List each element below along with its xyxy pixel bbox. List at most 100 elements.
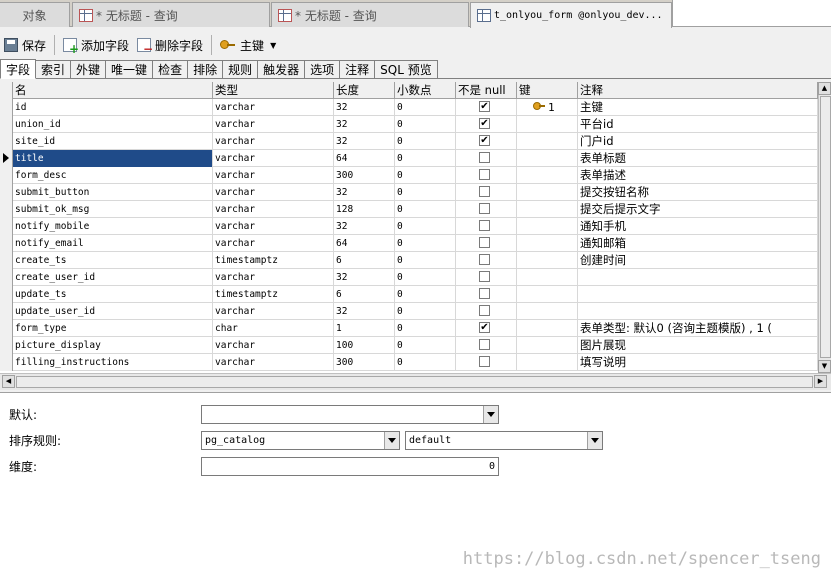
not-null-checkbox[interactable] [479, 203, 490, 214]
cell-length[interactable]: 300 [334, 354, 395, 371]
table-row[interactable]: filling_instructions varchar 300 0 填写说明 [0, 354, 818, 371]
cell-comment[interactable]: 表单描述 [578, 167, 818, 184]
cell-decimals[interactable]: 0 [395, 286, 456, 303]
cell-type[interactable]: timestamptz [213, 286, 334, 303]
dropdown-arrow-icon[interactable] [483, 406, 498, 423]
cell-type[interactable]: varchar [213, 303, 334, 320]
not-null-checkbox[interactable] [479, 237, 490, 248]
subtab-1[interactable]: 索引 [35, 60, 72, 78]
cell-type[interactable]: varchar [213, 184, 334, 201]
cell-type[interactable]: varchar [213, 116, 334, 133]
cell-decimals[interactable]: 0 [395, 99, 456, 116]
table-row[interactable]: id varchar 32 0 ✔ 1 主键 [0, 99, 818, 116]
cell-name[interactable]: union_id [13, 116, 213, 133]
subtab-3[interactable]: 唯一键 [105, 60, 154, 78]
delete-field-button[interactable]: 删除字段 [133, 34, 207, 56]
not-null-checkbox[interactable]: ✔ [479, 118, 490, 129]
cell-key[interactable] [517, 286, 578, 303]
table-row[interactable]: notify_mobile varchar 32 0 通知手机 [0, 218, 818, 235]
cell-length[interactable]: 32 [334, 269, 395, 286]
cell-name[interactable]: update_ts [13, 286, 213, 303]
subtab-2[interactable]: 外键 [70, 60, 107, 78]
cell-comment[interactable] [578, 269, 818, 286]
table-row[interactable]: title varchar 64 0 表单标题 [0, 150, 818, 167]
cell-type[interactable]: varchar [213, 269, 334, 286]
subtab-10[interactable]: SQL 预览 [374, 60, 438, 78]
table-row[interactable]: site_id varchar 32 0 ✔ 门户id [0, 133, 818, 150]
primary-key-button[interactable]: 主键 ▼ [216, 34, 280, 56]
table-row[interactable]: create_ts timestamptz 6 0 创建时间 [0, 252, 818, 269]
default-combo[interactable] [201, 405, 499, 424]
scroll-down-arrow-icon[interactable]: ▼ [818, 360, 831, 373]
cell-comment[interactable] [578, 303, 818, 320]
cell-decimals[interactable]: 0 [395, 167, 456, 184]
tab-query-1[interactable]: * 无标题 - 查询 [72, 2, 270, 27]
cell-length[interactable]: 32 [334, 218, 395, 235]
cell-decimals[interactable]: 0 [395, 303, 456, 320]
cell-decimals[interactable]: 0 [395, 116, 456, 133]
cell-decimals[interactable]: 0 [395, 337, 456, 354]
subtab-5[interactable]: 排除 [187, 60, 224, 78]
cell-type[interactable]: timestamptz [213, 252, 334, 269]
cell-name[interactable]: notify_mobile [13, 218, 213, 235]
subtab-9[interactable]: 注释 [339, 60, 376, 78]
horizontal-scroll-thumb[interactable] [16, 376, 813, 388]
dimension-input[interactable]: 0 [201, 457, 499, 476]
horizontal-scrollbar[interactable]: ◀ ▶ [0, 373, 831, 390]
subtab-6[interactable]: 规则 [222, 60, 259, 78]
row-header[interactable] [0, 116, 13, 133]
cell-length[interactable]: 300 [334, 167, 395, 184]
row-header[interactable] [0, 99, 13, 116]
cell-type[interactable]: varchar [213, 235, 334, 252]
cell-key[interactable] [517, 320, 578, 337]
not-null-checkbox[interactable] [479, 305, 490, 316]
collation-select[interactable]: default [405, 431, 603, 450]
not-null-checkbox[interactable] [479, 288, 490, 299]
cell-key[interactable] [517, 218, 578, 235]
cell-comment[interactable]: 门户id [578, 133, 818, 150]
cell-key[interactable] [517, 167, 578, 184]
tab-query-2[interactable]: * 无标题 - 查询 [271, 2, 469, 27]
collation-schema-select[interactable]: pg_catalog [201, 431, 400, 450]
cell-length[interactable]: 32 [334, 99, 395, 116]
column-header-not-null[interactable]: 不是 null [456, 82, 517, 99]
cell-name[interactable]: site_id [13, 133, 213, 150]
cell-length[interactable]: 64 [334, 235, 395, 252]
cell-length[interactable]: 64 [334, 150, 395, 167]
cell-length[interactable]: 32 [334, 116, 395, 133]
table-row[interactable]: notify_email varchar 64 0 通知邮箱 [0, 235, 818, 252]
cell-comment[interactable] [578, 286, 818, 303]
row-header[interactable] [0, 252, 13, 269]
table-row[interactable]: submit_ok_msg varchar 128 0 提交后提示文字 [0, 201, 818, 218]
cell-length[interactable]: 32 [334, 133, 395, 150]
cell-type[interactable]: varchar [213, 150, 334, 167]
dropdown-arrow-icon[interactable] [587, 432, 602, 449]
add-field-button[interactable]: 添加字段 [59, 34, 133, 56]
table-row[interactable]: union_id varchar 32 0 ✔ 平台id [0, 116, 818, 133]
row-header[interactable] [0, 184, 13, 201]
cell-name[interactable]: notify_email [13, 235, 213, 252]
not-null-checkbox[interactable] [479, 186, 490, 197]
cell-length[interactable]: 1 [334, 320, 395, 337]
cell-key[interactable] [517, 354, 578, 371]
row-header[interactable] [0, 150, 13, 167]
cell-name[interactable]: submit_ok_msg [13, 201, 213, 218]
table-row[interactable]: form_type char 1 0 ✔ 表单类型: 默认0 (咨询主题模版) , 1 ( [0, 320, 818, 337]
row-header[interactable] [0, 201, 13, 218]
vertical-scrollbar[interactable]: ▲ ▼ [818, 82, 831, 373]
cell-key[interactable] [517, 303, 578, 320]
cell-type[interactable]: varchar [213, 99, 334, 116]
subtab-8[interactable]: 选项 [304, 60, 341, 78]
cell-key[interactable]: 1 [517, 99, 578, 116]
cell-decimals[interactable]: 0 [395, 218, 456, 235]
cell-type[interactable]: varchar [213, 167, 334, 184]
column-header-length[interactable]: 长度 [334, 82, 395, 99]
cell-decimals[interactable]: 0 [395, 133, 456, 150]
column-header-decimals[interactable]: 小数点 [395, 82, 456, 99]
not-null-checkbox[interactable] [479, 356, 490, 367]
cell-name[interactable]: create_user_id [13, 269, 213, 286]
row-header[interactable] [0, 320, 13, 337]
cell-name[interactable]: title [13, 150, 213, 167]
dropdown-arrow-icon[interactable] [384, 432, 399, 449]
row-header[interactable] [0, 303, 13, 320]
